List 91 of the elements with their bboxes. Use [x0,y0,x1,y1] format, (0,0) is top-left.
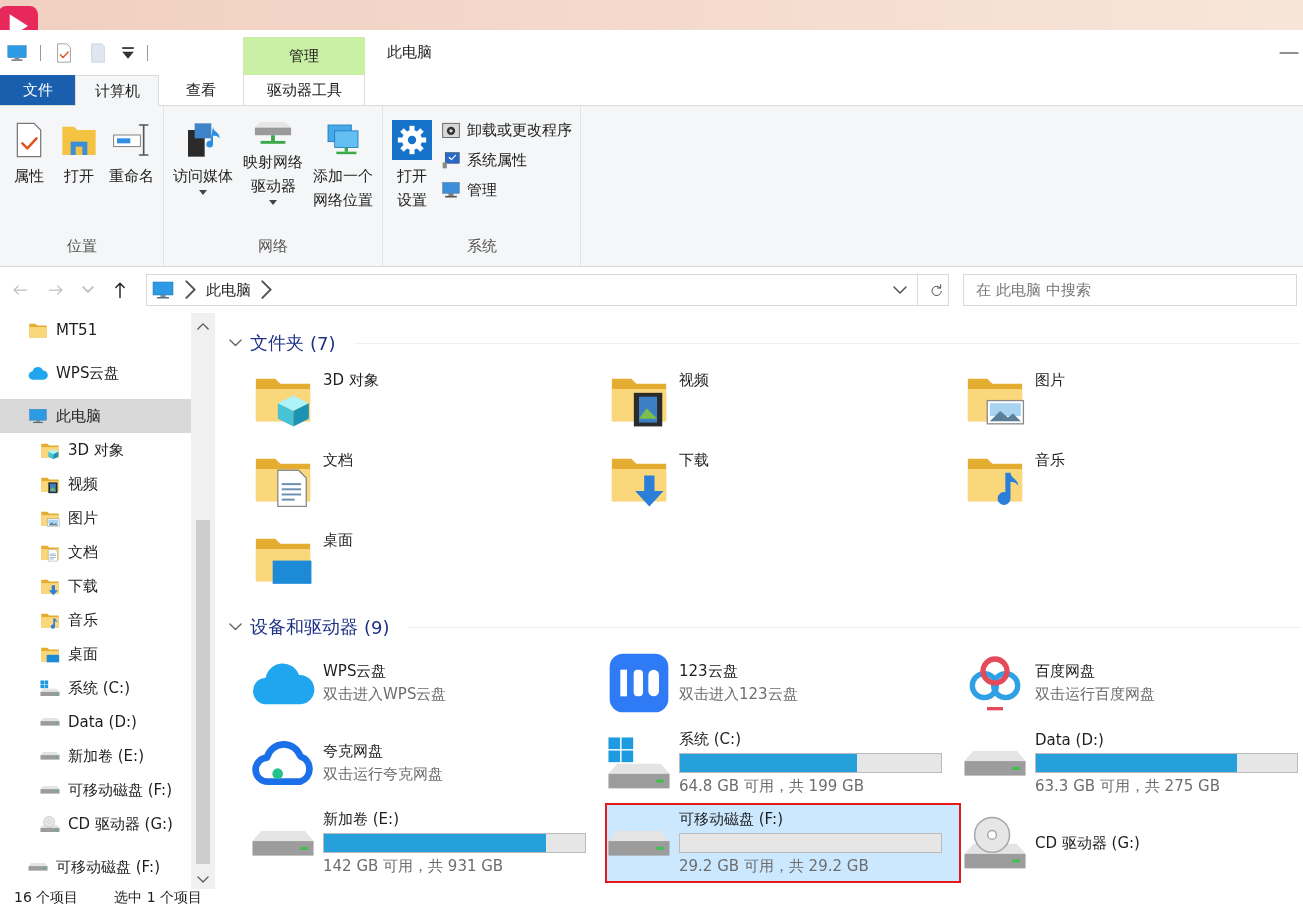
ribbon-button[interactable]: 属性 [6,118,52,190]
drive-item[interactable]: 新加卷 (E:) 142 GB 可用，共 931 GB [249,803,605,883]
section-count: (7) [310,332,336,354]
ribbon-icon [441,150,461,170]
device-item[interactable]: CD 驱动器 (G:) [961,803,1301,883]
dropdown-caret-icon [269,199,277,205]
folder-item[interactable]: 视频 [605,359,961,439]
context-tab-header: 管理 [243,37,365,75]
nav-icon [40,717,60,727]
nav-item[interactable]: 文档 [0,535,191,569]
ribbon-button[interactable]: 系统属性 [439,148,574,172]
recent-icon [82,286,94,294]
section-title[interactable]: 文件夹 [250,331,304,355]
nav-item[interactable]: 图片 [0,501,191,535]
folder-item[interactable]: 图片 [961,359,1301,439]
app-icon [607,651,671,715]
nav-icon [40,751,60,761]
section-title[interactable]: 设备和驱动器 [250,615,358,639]
nav-item[interactable]: 3D 对象 [0,433,191,467]
chevron-icon [261,280,272,300]
refresh-icon [928,282,944,298]
ribbon-button[interactable]: 打开 设置 [389,118,435,214]
ribbon-tab[interactable]: 查看 [159,75,243,105]
ribbon-button[interactable]: 打开 [56,118,102,190]
group-label: 位置 [66,237,97,257]
nav-item[interactable]: 音乐 [0,603,191,637]
search-field[interactable]: 在 此电脑 中搜索 [963,274,1297,306]
scroll-down-icon [197,876,209,883]
nav-item[interactable]: WPS云盘 [0,356,191,390]
nav-item[interactable]: Data (D:) [0,705,191,739]
address-bar[interactable]: 此电脑 [146,274,949,306]
breadcrumb[interactable]: 此电脑 [206,280,251,300]
group-label: 系统 [466,237,497,257]
drive-icon [251,828,315,858]
dropdown-icon [893,286,907,294]
nav-icon [40,679,60,697]
nav-icon [28,862,48,872]
folder-item[interactable]: 桌面 [249,519,605,599]
dropdown-caret-icon [199,190,207,195]
ribbon-button[interactable]: 访问媒体 [170,118,236,197]
folder-item[interactable]: 3D 对象 [249,359,605,439]
nav-icon [40,815,60,833]
drive-icon [963,816,1027,870]
drive-icon [607,828,671,858]
ribbon-button[interactable]: 映射网络 驱动器 [240,118,306,207]
app-item[interactable]: 123云盘 双击进入123云盘 [605,643,961,723]
ribbon-tab[interactable]: 驱动器工具 [243,75,365,105]
ribbon-tab[interactable]: 计算机 [75,75,159,106]
nav-item[interactable]: 桌面 [0,637,191,671]
drive-icon [963,748,1027,778]
status-text: 选中 1 个项目 [114,889,203,907]
nav-icon [28,406,48,426]
ribbon-button[interactable]: 重命名 [106,118,157,190]
drive-item[interactable]: Data (D:) 63.3 GB 可用，共 275 GB [961,723,1301,803]
drive-item[interactable]: 可移动磁盘 (F:) 29.2 GB 可用，共 29.2 GB [605,803,961,883]
folder-item[interactable]: 音乐 [961,439,1301,519]
nav-icon [40,785,60,795]
drive-icon [607,736,671,790]
ribbon-tab[interactable]: 文件 [0,75,75,105]
nav-item[interactable]: 视频 [0,467,191,501]
nav-item[interactable]: 新加卷 (E:) [0,739,191,773]
folder-item[interactable]: 文档 [249,439,605,519]
ribbon-icon [441,120,461,140]
nav-item[interactable]: 此电脑 [0,399,191,433]
ribbon-button[interactable]: 卸载或更改程序 [439,118,574,142]
status-text: 16 个项目 [14,889,79,907]
nav-item[interactable]: 可移动磁盘 (F:) [0,850,191,884]
chevron-icon [185,280,196,300]
computer-icon [151,278,175,302]
nav-item[interactable]: 可移动磁盘 (F:) [0,773,191,807]
group-label: 网络 [258,237,288,257]
nav-item[interactable]: CD 驱动器 (G:) [0,807,191,841]
scrollbar[interactable] [191,313,215,889]
app-item[interactable]: 夸克网盘 双击运行夸克网盘 [249,723,605,803]
ribbon-button[interactable]: 添加一个 网络位置 [310,118,376,214]
nav-item[interactable]: MT51 [0,313,191,347]
ribbon-icon [392,120,432,160]
app-item[interactable]: 百度网盘 双击运行百度网盘 [961,643,1301,723]
ribbon-button[interactable]: 管理 [439,178,574,202]
app-item[interactable]: WPS云盘 双击进入WPS云盘 [249,643,605,723]
customize-dropdown-icon [121,45,135,60]
ribbon-icon [441,180,461,200]
folder-item[interactable]: 下载 [605,439,961,519]
ribbon-icon [253,120,293,146]
nav-item[interactable]: 系统 (C:) [0,671,191,705]
section-count: (9) [364,616,390,638]
window-title: 此电脑 [387,43,432,62]
minimize-icon [1279,52,1299,54]
nav-item[interactable]: 下载 [0,569,191,603]
drive-item[interactable]: 系统 (C:) 64.8 GB 可用，共 199 GB [605,723,961,803]
scroll-up-icon [197,323,209,330]
